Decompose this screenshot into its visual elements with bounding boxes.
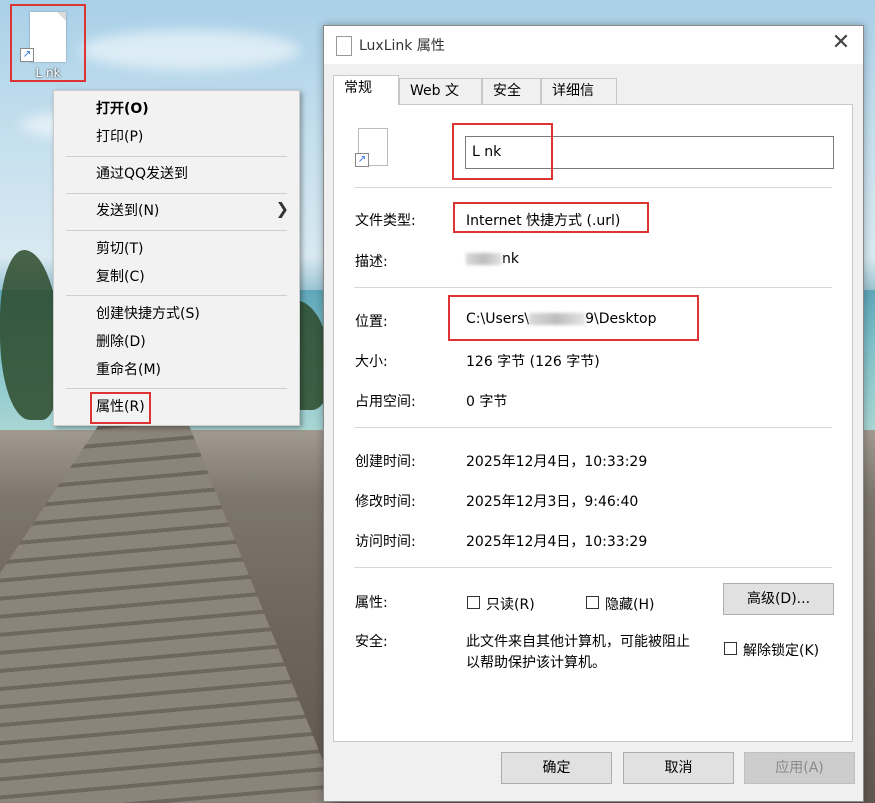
advanced-button[interactable]: 高级(D)... <box>723 583 834 615</box>
file-icon <box>30 12 66 62</box>
description-label: 描述: <box>355 254 388 270</box>
readonly-checkbox[interactable] <box>467 596 480 609</box>
readonly-label: 只读(R) <box>486 597 535 613</box>
accessed-value: 2025年12月4日，10:33:29 <box>466 534 648 550</box>
menu-item-rename[interactable]: 重命名(M) <box>96 358 161 382</box>
highlight-box <box>90 392 151 424</box>
created-value: 2025年12月4日，10:33:29 <box>466 454 648 470</box>
desktop-icon-label: L nk <box>35 66 61 80</box>
general-panel: ↗ L nk 文件类型: Internet 快捷方式 (.url) 描述: nk… <box>333 104 853 742</box>
disk-size-label: 占用空间: <box>355 394 416 410</box>
apply-button[interactable]: 应用(A) <box>744 752 855 784</box>
shortcut-arrow-icon: ↗ <box>20 48 34 62</box>
description-value: nk <box>466 251 519 267</box>
hidden-checkbox[interactable] <box>586 596 599 609</box>
properties-dialog: LuxLink 属性 ✕ 常规 Web 文档 安全 详细信息 ↗ L nk 文件… <box>323 25 864 802</box>
close-icon[interactable]: ✕ <box>829 30 853 55</box>
location-label: 位置: <box>355 314 388 330</box>
file-type-label: 文件类型: <box>355 213 416 229</box>
desktop-shortcut-icon[interactable]: ↗ L nk <box>10 4 86 82</box>
menu-item-send-via-qq[interactable]: 通过QQ发送到 <box>96 162 188 186</box>
security-text-line2: 以帮助保护该计算机。 <box>466 655 606 671</box>
menu-item-delete[interactable]: 删除(D) <box>96 330 146 354</box>
highlight-box <box>448 295 699 341</box>
accessed-label: 访问时间: <box>355 534 416 550</box>
unblock-checkbox[interactable] <box>724 642 737 655</box>
tab-web-document[interactable]: Web 文档 <box>399 78 482 123</box>
menu-item-open[interactable]: 打开(O) <box>96 97 149 121</box>
created-label: 创建时间: <box>355 454 416 470</box>
tab-details[interactable]: 详细信息 <box>541 78 617 123</box>
size-label: 大小: <box>355 354 388 370</box>
shortcut-arrow-icon: ↗ <box>355 153 369 167</box>
menu-item-send-to[interactable]: 发送到(N) <box>96 199 159 223</box>
unblock-label: 解除锁定(K) <box>743 643 820 659</box>
chevron-right-icon: ❯ <box>275 199 289 218</box>
disk-size-value: 0 字节 <box>466 394 508 410</box>
menu-item-print[interactable]: 打印(P) <box>96 125 143 149</box>
menu-item-copy[interactable]: 复制(C) <box>96 265 145 289</box>
menu-item-cut[interactable]: 剪切(T) <box>96 237 143 261</box>
dialog-titlebar: LuxLink 属性 ✕ <box>324 26 863 64</box>
modified-value: 2025年12月3日，9:46:40 <box>466 494 639 510</box>
tab-general[interactable]: 常规 <box>333 75 399 105</box>
file-icon <box>336 36 352 56</box>
highlight-box <box>452 123 553 180</box>
modified-label: 修改时间: <box>355 494 416 510</box>
divider <box>354 427 832 428</box>
divider <box>354 287 832 288</box>
security-label: 安全: <box>355 634 388 650</box>
menu-separator <box>66 193 287 194</box>
size-value: 126 字节 (126 字节) <box>466 354 600 370</box>
highlight-box <box>453 202 649 233</box>
divider <box>354 187 832 188</box>
menu-item-create-shortcut[interactable]: 创建快捷方式(S) <box>96 302 200 326</box>
tab-security[interactable]: 安全 <box>482 78 541 104</box>
menu-separator <box>66 295 287 296</box>
hidden-label: 隐藏(H) <box>605 597 655 613</box>
attributes-label: 属性: <box>355 595 388 611</box>
file-icon: ↗ <box>355 128 388 167</box>
menu-separator <box>66 230 287 231</box>
menu-separator <box>66 156 287 157</box>
cancel-button[interactable]: 取消 <box>623 752 734 784</box>
context-menu: 打开(O) 打印(P) 通过QQ发送到 发送到(N) ❯ 剪切(T) 复制(C)… <box>53 90 300 426</box>
dialog-title: LuxLink 属性 <box>359 38 445 54</box>
ok-button[interactable]: 确定 <box>501 752 612 784</box>
divider <box>354 567 832 568</box>
menu-separator <box>66 388 287 389</box>
security-text-line1: 此文件来自其他计算机，可能被阻止 <box>466 634 690 650</box>
